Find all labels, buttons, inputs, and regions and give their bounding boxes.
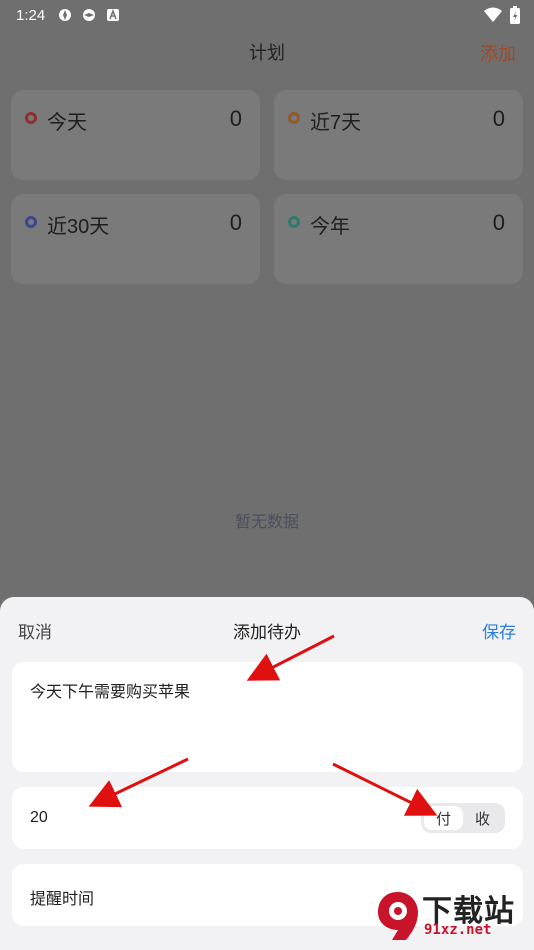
circle-icon [288, 216, 300, 228]
card-this-year[interactable]: 今年 0 [274, 194, 523, 284]
wifi-icon [484, 7, 502, 27]
sheet-title: 添加待办 [233, 623, 301, 642]
amount-input[interactable]: 20 [30, 809, 48, 827]
save-button[interactable]: 保存 [482, 618, 516, 643]
toggle-receive[interactable]: 收 [463, 806, 502, 830]
pay-receive-toggle: 付 收 [421, 803, 505, 833]
toggle-pay[interactable]: 付 [424, 806, 463, 830]
battery-icon [510, 6, 520, 28]
watermark-url: 91xz.net [424, 922, 492, 938]
circle-icon [25, 112, 37, 124]
circle-icon [288, 112, 300, 124]
top-header: 计划 添加 [0, 30, 534, 74]
card-count: 0 [492, 106, 505, 131]
card-count: 0 [229, 106, 242, 131]
remind-time-label: 提醒时间 [30, 891, 95, 908]
page-title: 计划 [249, 43, 285, 63]
sheet-header: 添加待办 取消 保存 [0, 597, 534, 659]
card-today[interactable]: 今天 0 [11, 90, 260, 180]
note-input[interactable]: 今天下午需要购买苹果 [12, 662, 523, 772]
add-button[interactable]: 添加 [480, 40, 516, 66]
notification-icon [57, 7, 73, 23]
empty-state-text: 暂无数据 [234, 514, 299, 531]
card-label: 今天 [47, 112, 87, 134]
card-label: 近30天 [47, 216, 110, 238]
status-time: 1:24 [16, 6, 46, 24]
cancel-button[interactable]: 取消 [18, 618, 52, 643]
card-count: 0 [229, 210, 242, 235]
a-icon [105, 7, 121, 23]
status-bar: 1:24 [0, 0, 534, 30]
site-logo-icon [378, 892, 418, 940]
card-30-days[interactable]: 近30天 0 [11, 194, 260, 284]
note-text: 今天下午需要购买苹果 [30, 684, 191, 701]
site-watermark: 下载站 91xz.net [376, 886, 526, 946]
card-label: 近7天 [310, 112, 362, 134]
card-count: 0 [492, 210, 505, 235]
circle-icon [25, 216, 37, 228]
card-7-days[interactable]: 近7天 0 [274, 90, 523, 180]
notification-icon [81, 7, 97, 23]
card-label: 今年 [310, 216, 350, 238]
amount-row: 20 付 收 [12, 787, 523, 849]
